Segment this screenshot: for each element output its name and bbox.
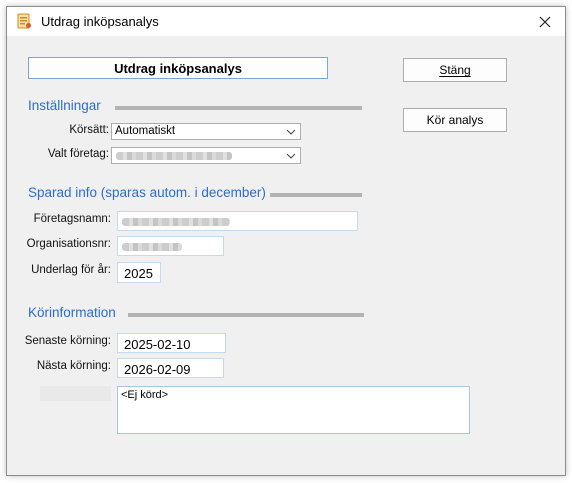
run-info-divider xyxy=(128,313,364,317)
last-run-field[interactable]: 2025-02-10 xyxy=(117,333,226,353)
run-info-section-title: Körinformation xyxy=(28,305,116,320)
chevron-down-icon[interactable] xyxy=(282,124,300,139)
company-name-label: Företagsnamn: xyxy=(33,213,111,225)
company-label: Valt företag: xyxy=(47,148,109,160)
settings-divider xyxy=(115,106,362,110)
org-number-field[interactable] xyxy=(117,236,224,256)
chevron-down-icon[interactable] xyxy=(282,148,300,163)
org-number-redacted xyxy=(122,243,182,251)
run-analysis-button-label: Kör analys xyxy=(426,113,484,127)
settings-section-title: Inställningar xyxy=(28,98,101,113)
saved-info-section-title: Sparad info (sparas autom. i december) xyxy=(28,185,266,200)
saved-info-divider xyxy=(270,193,362,197)
dialog-window: Utdrag inköpsanalys Utdrag inköpsanalys … xyxy=(6,6,566,476)
close-button[interactable]: Stäng xyxy=(403,58,507,82)
title-bar: Utdrag inköpsanalys xyxy=(7,7,565,36)
company-value-redacted xyxy=(116,152,232,160)
next-run-value: 2026-02-09 xyxy=(124,362,191,377)
close-icon xyxy=(539,16,551,27)
window-title: Utdrag inköpsanalys xyxy=(41,14,159,29)
company-name-redacted xyxy=(122,218,230,226)
next-run-field[interactable]: 2026-02-09 xyxy=(117,358,224,378)
basis-year-label: Underlag för år: xyxy=(31,264,111,276)
company-name-field[interactable] xyxy=(117,211,358,231)
run-mode-label: Körsätt: xyxy=(69,124,109,136)
window-close-button[interactable] xyxy=(525,7,565,36)
notes-label-placeholder xyxy=(40,386,111,401)
app-form-icon xyxy=(16,13,32,29)
run-mode-select[interactable]: Automatiskt xyxy=(111,123,301,140)
org-number-label: Organisationsnr: xyxy=(26,238,111,250)
basis-year-field[interactable]: 2025 xyxy=(117,262,161,283)
basis-year-value: 2025 xyxy=(124,266,153,281)
close-button-label: Stäng xyxy=(439,63,471,77)
run-notes-textarea[interactable]: <Ej körd> xyxy=(117,386,470,434)
company-select[interactable] xyxy=(111,147,301,164)
last-run-label: Senaste körning: xyxy=(24,335,111,347)
dialog-header-title: Utdrag inköpsanalys xyxy=(28,57,328,79)
last-run-value: 2025-02-10 xyxy=(124,337,191,352)
next-run-label: Nästa körning: xyxy=(36,360,111,372)
run-mode-value: Automatiskt xyxy=(115,125,176,137)
run-analysis-button[interactable]: Kör analys xyxy=(403,108,507,132)
